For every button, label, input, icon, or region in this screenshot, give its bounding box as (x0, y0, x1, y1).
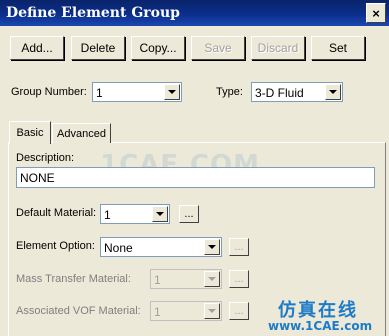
mass-transfer-browse-button[interactable]: ... (229, 270, 249, 288)
add-button[interactable]: Add... (10, 36, 64, 60)
save-button[interactable]: Save (191, 36, 245, 60)
chevron-down-icon[interactable] (204, 303, 220, 319)
chevron-down-icon[interactable] (204, 271, 220, 287)
type-label: Type: (216, 86, 243, 98)
default-material-browse-button[interactable]: ... (179, 205, 199, 223)
delete-button[interactable]: Delete (71, 36, 125, 60)
chevron-down-icon[interactable] (164, 84, 180, 100)
watermark-url: www.1CAE.com (268, 319, 373, 333)
tab-advanced[interactable]: Advanced (52, 123, 111, 143)
chevron-down-icon[interactable] (204, 239, 220, 255)
chevron-down-icon[interactable] (325, 84, 341, 100)
chevron-down-icon[interactable] (152, 206, 168, 222)
tab-basic[interactable]: Basic (9, 121, 51, 144)
default-material-select[interactable]: 1 (100, 204, 170, 224)
element-option-browse-button[interactable]: ... (229, 238, 249, 256)
element-option-label: Element Option: (16, 240, 95, 252)
copy-button[interactable]: Copy... (131, 36, 185, 60)
vof-material-browse-button[interactable]: ... (229, 302, 249, 320)
window-title: Define Element Group (6, 5, 180, 21)
description-input[interactable]: NONE (16, 167, 375, 188)
type-select[interactable]: 3-D Fluid (251, 82, 343, 102)
group-number-select[interactable]: 1 (92, 82, 182, 102)
mass-transfer-label: Mass Transfer Material: (16, 273, 131, 285)
element-option-select[interactable]: None (100, 237, 222, 257)
discard-button[interactable]: Discard (251, 36, 305, 60)
description-label: Description: (16, 152, 75, 164)
title-bar: Define Element Group × (0, 0, 389, 26)
set-button[interactable]: Set (311, 36, 365, 60)
vof-material-label: Associated VOF Material: (16, 305, 141, 317)
default-material-label: Default Material: (16, 207, 97, 219)
mass-transfer-select[interactable]: 1 (150, 269, 222, 289)
vof-material-select[interactable]: 1 (150, 301, 222, 321)
close-button[interactable]: × (366, 3, 386, 23)
close-icon: × (372, 5, 380, 21)
group-number-label: Group Number: (11, 86, 87, 98)
